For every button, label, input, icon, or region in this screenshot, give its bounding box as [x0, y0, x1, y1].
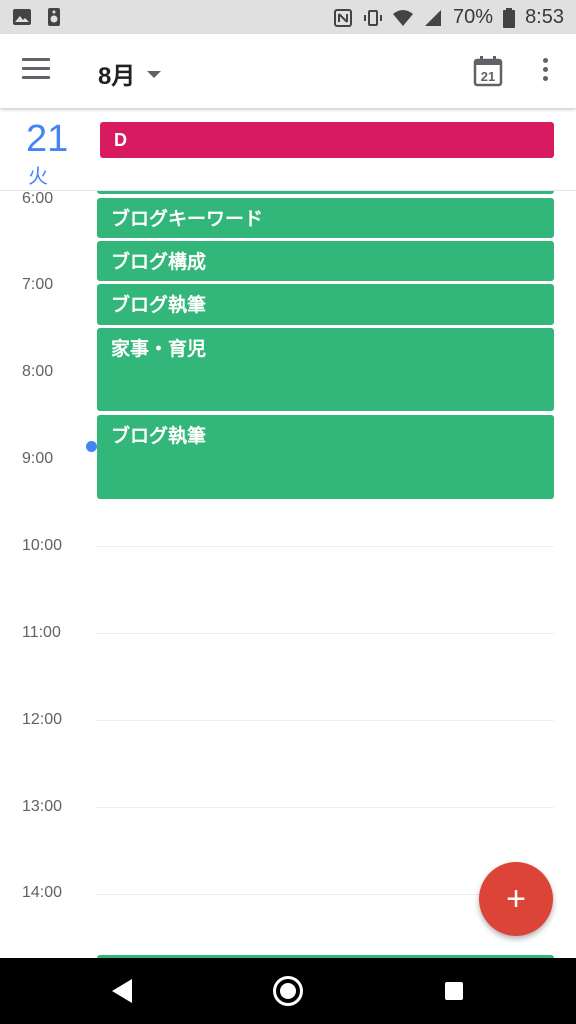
signal-icon [425, 9, 442, 26]
hour-line [96, 633, 554, 634]
day-weekday: 火 [28, 166, 48, 188]
hour-label: 13:00 [22, 798, 63, 815]
hour-label: 12:00 [22, 711, 63, 728]
hour-label: 9:00 [22, 450, 54, 467]
chevron-down-icon [147, 71, 162, 78]
menu-icon[interactable] [22, 58, 50, 82]
battery-percentage: 70% [453, 6, 494, 28]
today-number: 21 [481, 69, 495, 84]
image-icon [13, 9, 31, 25]
hour-label: 14:00 [22, 884, 63, 901]
nfc-icon [334, 8, 353, 27]
wifi-icon [393, 9, 414, 26]
back-icon[interactable] [112, 979, 132, 1003]
today-button[interactable]: 21 [473, 55, 503, 87]
battery-icon [503, 7, 516, 28]
current-time-indicator [86, 441, 97, 452]
month-selector[interactable]: 8月 [98, 56, 162, 91]
hour-label: 8:00 [22, 363, 54, 380]
calendar-today-icon: 21 [473, 56, 503, 87]
clock: 8:53 [525, 6, 564, 28]
event-block[interactable]: ブログ執筆 [97, 415, 554, 499]
timeline[interactable]: 6:00 7:00 8:00 9:00 10:00 11:00 12:00 13… [0, 190, 576, 958]
hour-label: 11:00 [22, 624, 61, 641]
add-event-button[interactable]: + [479, 862, 553, 936]
event-block[interactable]: ブログ執筆 [97, 284, 554, 325]
app-bar: 8月 21 [0, 34, 576, 108]
navigation-bar [0, 958, 576, 1024]
hour-label: 6:00 [22, 190, 54, 207]
day-header: 21 火 D [0, 108, 576, 191]
recent-apps-icon[interactable] [445, 982, 463, 1000]
speaker-icon [48, 8, 60, 26]
month-label: 8月 [98, 63, 136, 90]
plus-icon: + [506, 879, 526, 918]
event-block[interactable]: ブログ構成 [97, 241, 554, 281]
event-block[interactable]: 家事・育児 [97, 328, 554, 411]
hour-line [96, 720, 554, 721]
vibrate-icon [364, 9, 383, 26]
hour-line [96, 546, 554, 547]
event-block[interactable]: ブログキーワード [97, 198, 554, 238]
status-bar: 70% 8:53 [0, 0, 576, 34]
hour-label: 7:00 [22, 276, 54, 293]
day-number[interactable]: 21 [26, 120, 68, 158]
hour-label: 10:00 [22, 537, 63, 554]
more-options-icon[interactable] [538, 58, 552, 86]
all-day-event[interactable]: D [100, 122, 554, 158]
hour-line [96, 807, 554, 808]
home-icon[interactable] [273, 976, 303, 1006]
